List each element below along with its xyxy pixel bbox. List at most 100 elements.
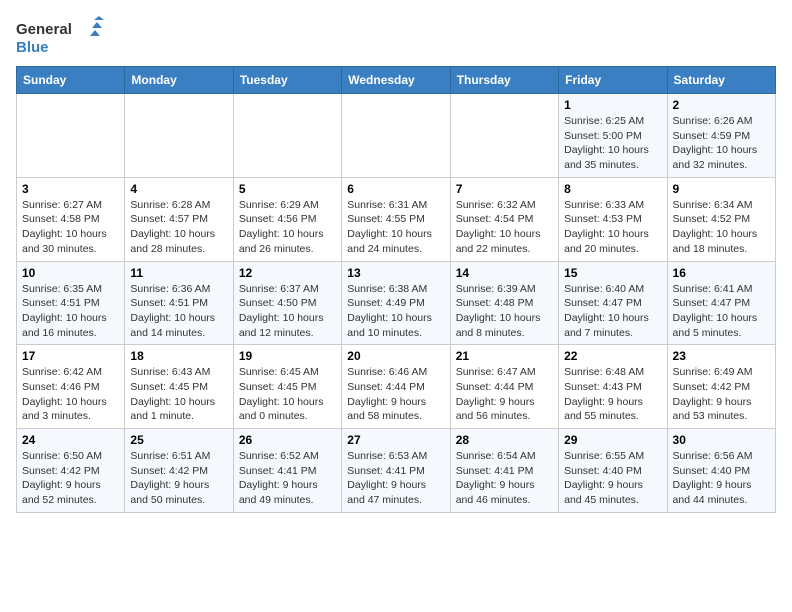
day-number: 30 [673, 433, 770, 447]
day-info: Sunrise: 6:55 AM Sunset: 4:40 PM Dayligh… [564, 449, 661, 508]
calendar-cell [125, 94, 233, 178]
calendar-cell: 12 Sunrise: 6:37 AM Sunset: 4:50 PM Dayli… [233, 261, 341, 345]
day-number: 23 [673, 349, 770, 363]
day-info: Sunrise: 6:38 AM Sunset: 4:49 PM Dayligh… [347, 282, 444, 341]
calendar-body: 1Sunrise: 6:25 AM Sunset: 5:00 PM Daylig… [17, 94, 776, 513]
calendar-cell: 19Sunrise: 6:45 AM Sunset: 4:45 PM Dayli… [233, 345, 341, 429]
calendar-week-row: 1Sunrise: 6:25 AM Sunset: 5:00 PM Daylig… [17, 94, 776, 178]
logo: General Blue [16, 16, 106, 58]
day-info: Sunrise: 6:41 AM Sunset: 4:47 PM Dayligh… [673, 282, 770, 341]
day-info: Sunrise: 6:29 AM Sunset: 4:56 PM Dayligh… [239, 198, 336, 257]
calendar-cell [17, 94, 125, 178]
day-info: Sunrise: 6:35 AM Sunset: 4:51 PM Dayligh… [22, 282, 119, 341]
weekday-header-cell: Sunday [17, 67, 125, 94]
weekday-header-cell: Saturday [667, 67, 775, 94]
day-info: Sunrise: 6:51 AM Sunset: 4:42 PM Dayligh… [130, 449, 227, 508]
weekday-header-cell: Wednesday [342, 67, 450, 94]
day-info: Sunrise: 6:42 AM Sunset: 4:46 PM Dayligh… [22, 365, 119, 424]
day-number: 24 [22, 433, 119, 447]
day-number: 19 [239, 349, 336, 363]
calendar-cell: 1Sunrise: 6:25 AM Sunset: 5:00 PM Daylig… [559, 94, 667, 178]
calendar-table: SundayMondayTuesdayWednesdayThursdayFrid… [16, 66, 776, 513]
calendar-cell: 8 Sunrise: 6:33 AM Sunset: 4:53 PM Daylig… [559, 177, 667, 261]
day-number: 20 [347, 349, 444, 363]
calendar-cell: 26 Sunrise: 6:52 AM Sunset: 4:41 PM Dayli… [233, 429, 341, 513]
calendar-cell: 3Sunrise: 6:27 AM Sunset: 4:58 PM Daylig… [17, 177, 125, 261]
day-info: Sunrise: 6:43 AM Sunset: 4:45 PM Dayligh… [130, 365, 227, 424]
weekday-header-cell: Friday [559, 67, 667, 94]
calendar-cell: 16Sunrise: 6:41 AM Sunset: 4:47 PM Dayli… [667, 261, 775, 345]
day-info: Sunrise: 6:32 AM Sunset: 4:54 PM Dayligh… [456, 198, 553, 257]
day-number: 14 [456, 266, 553, 280]
day-info: Sunrise: 6:28 AM Sunset: 4:57 PM Dayligh… [130, 198, 227, 257]
day-number: 10 [22, 266, 119, 280]
day-number: 21 [456, 349, 553, 363]
weekday-header-row: SundayMondayTuesdayWednesdayThursdayFrid… [17, 67, 776, 94]
day-info: Sunrise: 6:36 AM Sunset: 4:51 PM Dayligh… [130, 282, 227, 341]
day-number: 29 [564, 433, 661, 447]
calendar-cell: 25 Sunrise: 6:51 AM Sunset: 4:42 PM Dayli… [125, 429, 233, 513]
day-number: 17 [22, 349, 119, 363]
calendar-cell: 6 Sunrise: 6:31 AM Sunset: 4:55 PM Daylig… [342, 177, 450, 261]
day-number: 13 [347, 266, 444, 280]
day-number: 2 [673, 98, 770, 112]
calendar-week-row: 10 Sunrise: 6:35 AM Sunset: 4:51 PM Dayli… [17, 261, 776, 345]
day-info: Sunrise: 6:52 AM Sunset: 4:41 PM Dayligh… [239, 449, 336, 508]
day-info: Sunrise: 6:56 AM Sunset: 4:40 PM Dayligh… [673, 449, 770, 508]
day-number: 5 [239, 182, 336, 196]
day-info: Sunrise: 6:47 AM Sunset: 4:44 PM Dayligh… [456, 365, 553, 424]
day-number: 8 [564, 182, 661, 196]
calendar-cell [450, 94, 558, 178]
day-info: Sunrise: 6:40 AM Sunset: 4:47 PM Dayligh… [564, 282, 661, 341]
calendar-cell: 11 Sunrise: 6:36 AM Sunset: 4:51 PM Dayli… [125, 261, 233, 345]
day-info: Sunrise: 6:46 AM Sunset: 4:44 PM Dayligh… [347, 365, 444, 424]
calendar-cell: 23 Sunrise: 6:49 AM Sunset: 4:42 PM Dayli… [667, 345, 775, 429]
calendar-cell: 15Sunrise: 6:40 AM Sunset: 4:47 PM Dayli… [559, 261, 667, 345]
day-info: Sunrise: 6:26 AM Sunset: 4:59 PM Dayligh… [673, 114, 770, 173]
day-info: Sunrise: 6:37 AM Sunset: 4:50 PM Dayligh… [239, 282, 336, 341]
calendar-cell: 10 Sunrise: 6:35 AM Sunset: 4:51 PM Dayli… [17, 261, 125, 345]
day-info: Sunrise: 6:31 AM Sunset: 4:55 PM Dayligh… [347, 198, 444, 257]
day-number: 26 [239, 433, 336, 447]
calendar-cell: 28 Sunrise: 6:54 AM Sunset: 4:41 PM Dayli… [450, 429, 558, 513]
day-info: Sunrise: 6:49 AM Sunset: 4:42 PM Dayligh… [673, 365, 770, 424]
calendar-cell: 18Sunrise: 6:43 AM Sunset: 4:45 PM Dayli… [125, 345, 233, 429]
day-number: 25 [130, 433, 227, 447]
calendar-cell: 21 Sunrise: 6:47 AM Sunset: 4:44 PM Dayli… [450, 345, 558, 429]
day-info: Sunrise: 6:39 AM Sunset: 4:48 PM Dayligh… [456, 282, 553, 341]
calendar-cell: 24 Sunrise: 6:50 AM Sunset: 4:42 PM Dayli… [17, 429, 125, 513]
weekday-header-cell: Monday [125, 67, 233, 94]
day-number: 28 [456, 433, 553, 447]
calendar-cell: 20 Sunrise: 6:46 AM Sunset: 4:44 PM Dayli… [342, 345, 450, 429]
day-number: 9 [673, 182, 770, 196]
calendar-cell: 5 Sunrise: 6:29 AM Sunset: 4:56 PM Daylig… [233, 177, 341, 261]
day-info: Sunrise: 6:33 AM Sunset: 4:53 PM Dayligh… [564, 198, 661, 257]
day-info: Sunrise: 6:50 AM Sunset: 4:42 PM Dayligh… [22, 449, 119, 508]
day-number: 12 [239, 266, 336, 280]
day-number: 6 [347, 182, 444, 196]
weekday-header-cell: Thursday [450, 67, 558, 94]
weekday-header-cell: Tuesday [233, 67, 341, 94]
day-info: Sunrise: 6:53 AM Sunset: 4:41 PM Dayligh… [347, 449, 444, 508]
day-info: Sunrise: 6:54 AM Sunset: 4:41 PM Dayligh… [456, 449, 553, 508]
calendar-cell: 7 Sunrise: 6:32 AM Sunset: 4:54 PM Daylig… [450, 177, 558, 261]
day-info: Sunrise: 6:25 AM Sunset: 5:00 PM Dayligh… [564, 114, 661, 173]
calendar-cell: 4 Sunrise: 6:28 AM Sunset: 4:57 PM Daylig… [125, 177, 233, 261]
svg-text:Blue: Blue [16, 39, 49, 56]
calendar-week-row: 24 Sunrise: 6:50 AM Sunset: 4:42 PM Dayli… [17, 429, 776, 513]
calendar-week-row: 3Sunrise: 6:27 AM Sunset: 4:58 PM Daylig… [17, 177, 776, 261]
calendar-cell: 17 Sunrise: 6:42 AM Sunset: 4:46 PM Dayli… [17, 345, 125, 429]
calendar-cell [233, 94, 341, 178]
calendar-cell: 29 Sunrise: 6:55 AM Sunset: 4:40 PM Dayli… [559, 429, 667, 513]
logo-svg: General Blue [16, 16, 106, 58]
calendar-cell: 22 Sunrise: 6:48 AM Sunset: 4:43 PM Dayli… [559, 345, 667, 429]
day-number: 3 [22, 182, 119, 196]
calendar-cell: 2 Sunrise: 6:26 AM Sunset: 4:59 PM Daylig… [667, 94, 775, 178]
svg-text:General: General [16, 21, 72, 38]
day-number: 7 [456, 182, 553, 196]
day-number: 4 [130, 182, 227, 196]
day-number: 22 [564, 349, 661, 363]
calendar-cell: 13 Sunrise: 6:38 AM Sunset: 4:49 PM Dayli… [342, 261, 450, 345]
day-number: 11 [130, 266, 227, 280]
day-info: Sunrise: 6:48 AM Sunset: 4:43 PM Dayligh… [564, 365, 661, 424]
